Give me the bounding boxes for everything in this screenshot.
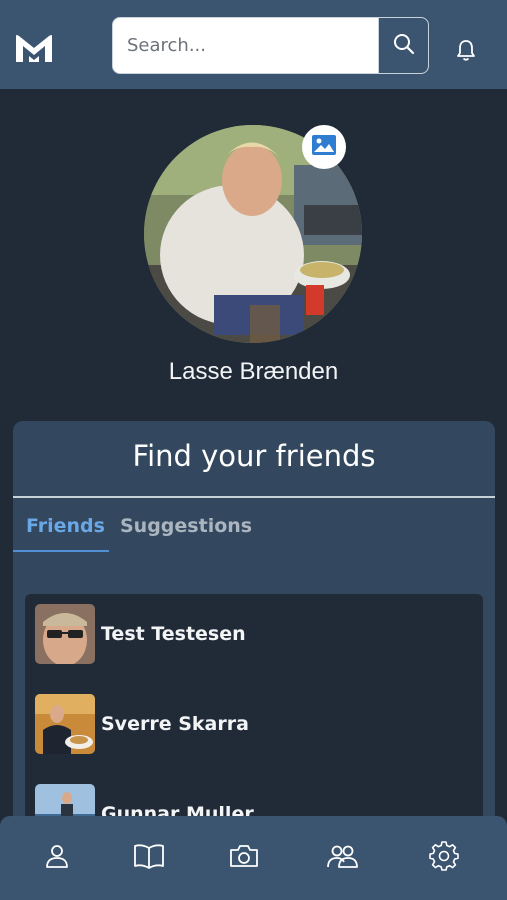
book-icon (133, 843, 165, 873)
search-input[interactable] (113, 18, 379, 73)
gear-icon (429, 841, 459, 875)
divider (13, 496, 495, 498)
nav-stories-button[interactable] (131, 840, 167, 876)
nav-friends-button[interactable] (324, 840, 360, 876)
image-icon (311, 134, 337, 160)
search-icon (393, 33, 415, 59)
top-header (0, 0, 507, 89)
logo-icon[interactable] (14, 32, 54, 64)
friend-name: Sverre Skarra (101, 713, 249, 735)
nav-profile-button[interactable] (39, 840, 75, 876)
active-tab-indicator (13, 550, 109, 552)
bottom-navigation (0, 816, 507, 900)
nav-settings-button[interactable] (426, 840, 462, 876)
friend-name: Test Testesen (101, 623, 246, 645)
tab-suggestions[interactable]: Suggestions (120, 515, 252, 537)
change-photo-button[interactable] (302, 125, 346, 169)
nav-camera-button[interactable] (226, 840, 262, 876)
search-button[interactable] (378, 18, 428, 73)
bell-icon[interactable] (455, 38, 477, 62)
group-icon (326, 843, 358, 873)
camera-icon (228, 843, 260, 873)
friend-avatar (35, 604, 95, 664)
list-item[interactable]: Test Testesen (35, 604, 475, 664)
search-bar (112, 17, 429, 74)
friend-avatar (35, 694, 95, 754)
person-icon (44, 843, 70, 873)
card-title: Find your friends (132, 439, 376, 473)
profile-avatar-container (144, 125, 362, 343)
profile-name: Lasse Brænden (168, 358, 339, 385)
tab-friends[interactable]: Friends (26, 515, 105, 537)
list-item[interactable]: Sverre Skarra (35, 694, 475, 754)
